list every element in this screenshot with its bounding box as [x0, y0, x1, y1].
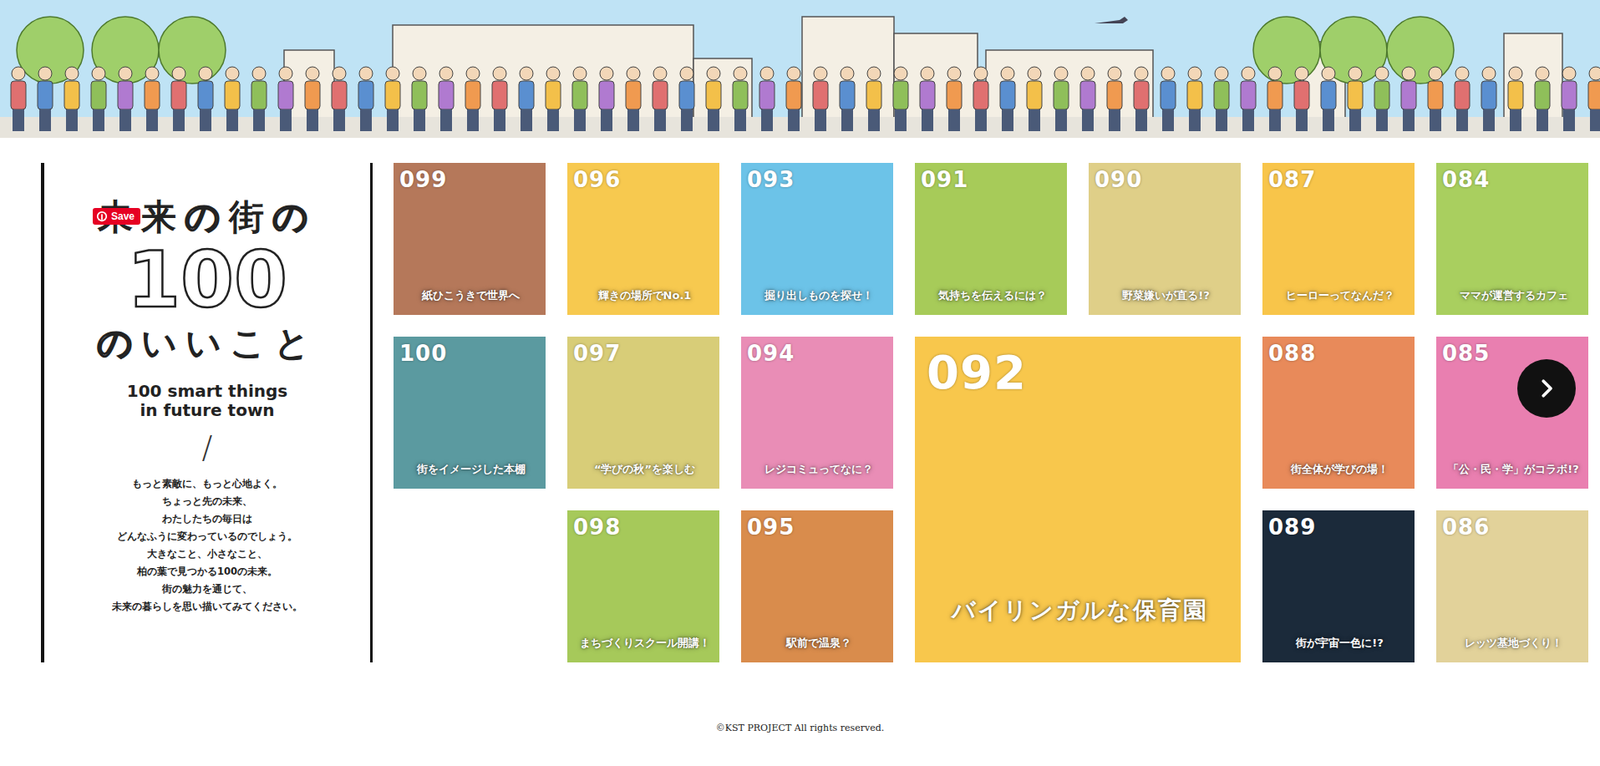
pinterest-save-button[interactable]: Save	[92, 208, 141, 225]
title-segment: の	[184, 196, 229, 238]
tile-area: 099紙ひこうきで世界へ096輝きの場所でNo.1093掘り出しものを探せ！09…	[393, 162, 1589, 663]
intro-line: もっと素敵に、もっと心地よく。	[111, 475, 303, 493]
article-tile[interactable]: 097 “学びの秋”を楽しむ	[567, 336, 720, 489]
chevron-right-icon	[1533, 375, 1560, 402]
tile-number: 084	[1442, 167, 1585, 193]
tile-caption: バイリンガルな保育園	[926, 595, 1233, 626]
divider: /	[202, 428, 214, 466]
title-bottom: のいいこと	[96, 320, 319, 367]
tile-grid: 099紙ひこうきで世界へ096輝きの場所でNo.1093掘り出しものを探せ！09…	[393, 162, 1589, 663]
intro-panel: Save未来の街の100のいいこと100 smart thingsin futu…	[40, 162, 373, 663]
tile-caption: 野菜嫌いが直る!?	[1094, 289, 1238, 304]
city-illustration-icon	[0, 0, 1600, 138]
tile-number: 087	[1268, 167, 1412, 193]
article-tile[interactable]: 084 ママが運営するカフェ	[1436, 162, 1589, 315]
tile-number: 096	[573, 167, 717, 193]
title-segment: の	[272, 196, 317, 238]
article-tile[interactable]: 087 ヒーローってなんだ？	[1262, 162, 1415, 315]
article-tile[interactable]: 093 掘り出しものを探せ！	[741, 162, 894, 315]
intro-line: 柏の葉で見つかる100の未来。	[111, 563, 303, 581]
tile-caption: 「公・民・学」がコラボ!?	[1442, 462, 1585, 478]
intro-text: もっと素敵に、もっと心地よく。ちょっと先の未来、わたしたちの毎日はどんなふうに変…	[111, 475, 303, 616]
pinterest-icon	[96, 210, 108, 223]
pinterest-save-label: Save	[111, 210, 135, 223]
tile-caption: 街をイメージした本棚	[399, 462, 543, 478]
article-tile[interactable]: 094 レジコミュってなに？	[741, 336, 894, 489]
tile-caption: 気持ちを伝えるには？	[920, 289, 1064, 304]
intro-line: どんなふうに変わっているのでしょう。	[111, 528, 303, 546]
tile-caption: レッツ基地づくり！	[1442, 636, 1585, 651]
tile-caption: レジコミュってなに？	[746, 462, 890, 478]
page: Save未来の街の100のいいこと100 smart thingsin futu…	[0, 0, 1600, 759]
intro-line: 街の魅力を通じて、	[111, 580, 303, 599]
tile-number: 099	[399, 167, 543, 193]
tile-caption: 街が宇宙一色に!?	[1268, 636, 1412, 651]
article-tile[interactable]: 100 街をイメージした本棚	[393, 336, 546, 489]
tile-number: 094	[746, 341, 890, 366]
intro-line: 大きなこと、小さなこと、	[111, 545, 303, 564]
main-content: Save未来の街の100のいいこと100 smart thingsin futu…	[0, 137, 1600, 663]
tile-number: 098	[573, 515, 717, 540]
article-tile[interactable]: 088 街全体が学びの場！	[1262, 336, 1415, 489]
tile-caption: 掘り出しものを探せ！	[746, 289, 890, 304]
subtitle-line: in future town	[126, 401, 288, 421]
next-button[interactable]	[1517, 359, 1576, 418]
title-segment: の	[96, 322, 142, 364]
tile-caption: ママが運営するカフェ	[1442, 289, 1585, 304]
footer: ©KST PROJECT All rights reserved.	[0, 662, 1600, 759]
title-number: 100	[126, 240, 288, 322]
tile-number: 095	[746, 515, 890, 540]
title-segment: 街	[228, 196, 273, 238]
tile-caption: 駅前で温泉？	[746, 636, 890, 651]
tile-caption: ヒーローってなんだ？	[1268, 289, 1412, 304]
article-tile[interactable]: 086 レッツ基地づくり！	[1436, 510, 1589, 663]
title-segment: いいこと	[141, 322, 319, 364]
tile-number: 097	[573, 341, 717, 366]
subtitle: 100 smart thingsin future town	[126, 381, 288, 421]
tile-number: 088	[1268, 341, 1412, 366]
tile-number: 100	[399, 341, 543, 366]
tile-caption: 街全体が学びの場！	[1268, 462, 1412, 478]
tile-number: 085	[1442, 341, 1585, 366]
tile-caption: 紙ひこうきで世界へ	[399, 289, 543, 304]
article-tile[interactable]: 091 気持ちを伝えるには？	[914, 162, 1067, 315]
article-tile[interactable]: 089 街が宇宙一色に!?	[1262, 510, 1415, 663]
intro-line: 未来の暮らしを思い描いてみてください。	[111, 598, 303, 616]
tile-caption: “学びの秋”を楽しむ	[573, 462, 717, 478]
tile-number: 086	[1442, 515, 1585, 540]
article-tile[interactable]: 085 「公・民・学」がコラボ!?	[1436, 336, 1589, 489]
tile-number: 091	[920, 167, 1064, 193]
tile-number: 090	[1094, 167, 1238, 193]
intro-line: わたしたちの毎日は	[111, 510, 303, 529]
tile-number: 092	[926, 346, 1233, 399]
header-illustration	[0, 0, 1600, 138]
tile-caption: まちづくりスクール開講！	[573, 636, 717, 651]
article-tile[interactable]: 096 輝きの場所でNo.1	[567, 162, 720, 315]
article-tile[interactable]: 098 まちづくりスクール開講！	[567, 510, 720, 663]
article-tile[interactable]: 095 駅前で温泉？	[741, 510, 894, 663]
article-tile[interactable]: 092 バイリンガルな保育園	[914, 336, 1241, 663]
intro-line: ちょっと先の未来、	[111, 492, 303, 511]
article-tile[interactable]: 090 野菜嫌いが直る!?	[1088, 162, 1241, 315]
tile-number: 093	[746, 167, 890, 193]
article-tile[interactable]: 099 紙ひこうきで世界へ	[393, 162, 546, 315]
tile-caption: 輝きの場所でNo.1	[573, 289, 717, 304]
tile-number: 089	[1268, 515, 1412, 540]
subtitle-line: 100 smart things	[126, 381, 288, 402]
